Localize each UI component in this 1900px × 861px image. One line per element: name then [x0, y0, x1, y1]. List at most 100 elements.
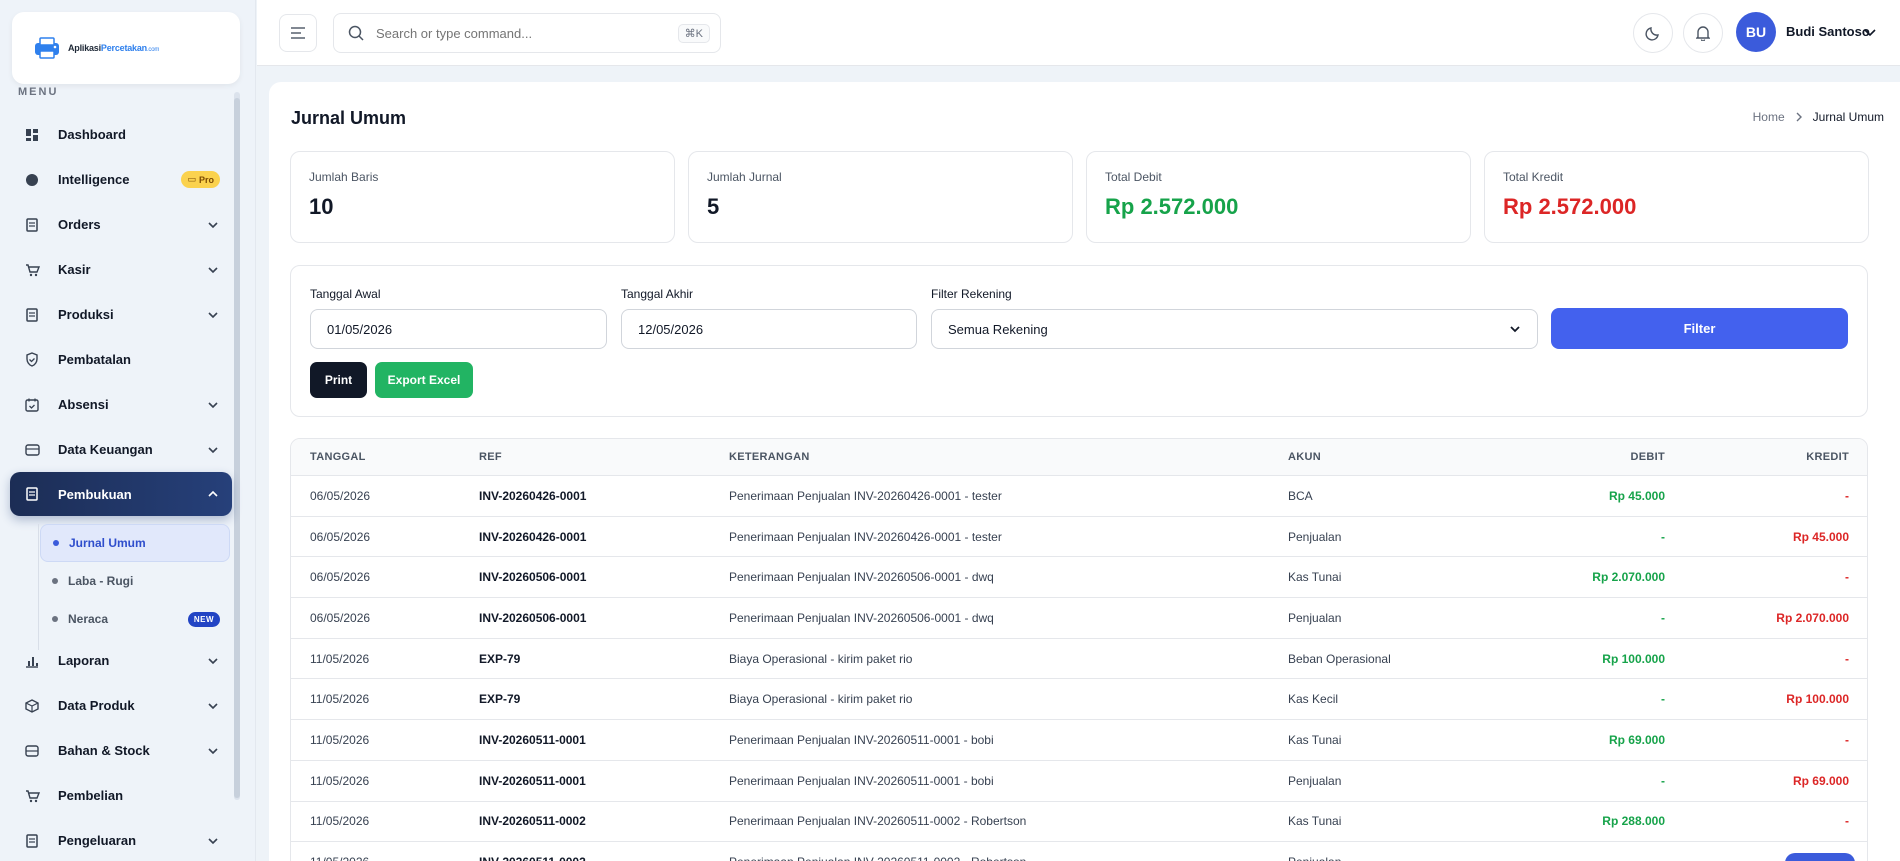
- chevron-down-icon: [208, 657, 218, 664]
- cell-date: 06/05/2026: [310, 529, 371, 544]
- sidebar-item-laporan[interactable]: Laporan: [10, 638, 232, 683]
- sidebar-subitem-jurnal-umum[interactable]: Jurnal Umum: [40, 524, 230, 562]
- user-name[interactable]: Budi Santoso: [1786, 24, 1870, 39]
- bar-chart-icon: [24, 653, 40, 669]
- bullet-icon: [52, 616, 58, 622]
- subitem-label: Laba - Rugi: [68, 574, 134, 588]
- table-row[interactable]: 06/05/2026 INV-20260506-0001 Penerimaan …: [291, 598, 1867, 639]
- command-search[interactable]: ⌘K: [333, 13, 721, 53]
- menu-icon: [291, 27, 305, 39]
- cell-credit: -: [1845, 488, 1849, 503]
- table-row[interactable]: 06/05/2026 INV-20260506-0001 Penerimaan …: [291, 557, 1867, 599]
- search-input[interactable]: [376, 25, 666, 41]
- column-header-tanggal: TANGGAL: [310, 451, 366, 463]
- cell-ref: INV-20260511-0001: [479, 773, 586, 788]
- sidebar-item-intelligence[interactable]: Intelligence ▭ Pro: [10, 157, 232, 202]
- sidebar-item-label: Pembatalan: [58, 352, 131, 367]
- sidebar-item-pengeluaran[interactable]: Pengeluaran: [10, 818, 232, 861]
- sidebar-item-produksi[interactable]: Produksi: [10, 292, 232, 337]
- sidebar-item-label: Pembelian: [58, 788, 124, 803]
- stat-card-jumlah-jurnal: Jumlah Jurnal 5: [688, 151, 1073, 243]
- print-button[interactable]: Print: [310, 362, 367, 398]
- bullet-icon: [53, 540, 59, 546]
- receipt-icon: [24, 833, 40, 849]
- floating-action-button[interactable]: [1785, 853, 1855, 861]
- cell-account: Penjualan: [1288, 529, 1342, 544]
- sidebar-item-data-produk[interactable]: Data Produk: [10, 683, 232, 728]
- brand-logo[interactable]: AplikasiPercetakan.com: [12, 12, 240, 84]
- end-date-label: Tanggal Akhir: [621, 287, 694, 301]
- cell-ref: INV-20260511-0001: [479, 732, 586, 747]
- start-date-input[interactable]: 01/05/2026: [310, 309, 607, 349]
- table-row[interactable]: 11/05/2026 INV-20260511-0002 Penerimaan …: [291, 802, 1867, 843]
- dashboard-icon: [24, 127, 40, 143]
- printer-logo-icon: [32, 36, 62, 60]
- sidebar-subitem-neraca[interactable]: Neraca NEW: [40, 600, 232, 638]
- sidebar-item-label: Pengeluaran: [58, 833, 137, 848]
- sidebar-item-pembukuan[interactable]: Pembukuan: [10, 472, 232, 516]
- breadcrumb-home[interactable]: Home: [1753, 110, 1785, 124]
- cell-description: Penerimaan Penjualan INV-20260511-0002 -…: [729, 842, 1026, 861]
- cell-ref: INV-20260506-0001: [479, 570, 587, 585]
- chevron-down-icon[interactable]: [1863, 25, 1877, 39]
- cell-debit: -: [1661, 773, 1665, 788]
- sidebar-item-bahan-stock[interactable]: Bahan & Stock: [10, 728, 232, 773]
- cell-debit: Rp 2.070.000: [1592, 570, 1665, 585]
- list-icon: [24, 307, 40, 323]
- stat-label: Total Kredit: [1503, 170, 1564, 184]
- account-filter-select[interactable]: Semua Rekening: [931, 309, 1538, 349]
- sidebar-item-label: Intelligence: [58, 172, 130, 187]
- column-header-ref: REF: [479, 451, 502, 463]
- pembukuan-submenu: Jurnal Umum Laba - Rugi Neraca NEW: [10, 524, 232, 650]
- box-icon: [24, 698, 40, 714]
- cell-account: BCA: [1288, 488, 1313, 503]
- bullet-icon: [52, 578, 58, 584]
- sidebar-item-label: Bahan & Stock: [58, 743, 150, 758]
- sidebar-toggle-button[interactable]: [279, 14, 317, 52]
- book-icon: [24, 486, 40, 502]
- cell-date: 11/05/2026: [310, 692, 370, 707]
- table-row[interactable]: 06/05/2026 INV-20260426-0001 Penerimaan …: [291, 476, 1867, 517]
- sidebar-item-label: Data Produk: [58, 698, 135, 713]
- account-filter-label: Filter Rekening: [931, 287, 1012, 301]
- cell-description: Biaya Operasional - kirim paket rio: [729, 692, 913, 707]
- sidebar-item-pembelian[interactable]: Pembelian: [10, 773, 232, 818]
- chevron-down-icon: [208, 221, 218, 228]
- user-avatar[interactable]: BU: [1736, 12, 1776, 52]
- sidebar-item-kasir[interactable]: Kasir: [10, 247, 232, 292]
- table-row[interactable]: 11/05/2026 EXP-79 Biaya Operasional - ki…: [291, 639, 1867, 680]
- topbar: ⌘K BU Budi Santoso: [257, 0, 1900, 66]
- sidebar-item-pembatalan[interactable]: Pembatalan: [10, 337, 232, 382]
- sidebar-subitem-laba-rugi[interactable]: Laba - Rugi: [40, 562, 232, 600]
- cell-credit: -: [1845, 732, 1849, 747]
- table-row[interactable]: 11/05/2026 EXP-79 Biaya Operasional - ki…: [291, 679, 1867, 721]
- table-row[interactable]: 06/05/2026 INV-20260426-0001 Penerimaan …: [291, 517, 1867, 558]
- cell-debit: -: [1661, 610, 1665, 625]
- column-header-debit: DEBIT: [1630, 451, 1665, 463]
- sidebar-item-data-keuangan[interactable]: Data Keuangan: [10, 427, 232, 472]
- theme-toggle-button[interactable]: [1633, 13, 1673, 53]
- end-date-input[interactable]: 12/05/2026: [621, 309, 917, 349]
- cell-debit: Rp 69.000: [1608, 732, 1665, 747]
- cell-date: 11/05/2026: [310, 732, 370, 747]
- sidebar-item-label: Data Keuangan: [58, 442, 153, 457]
- page-title: Jurnal Umum: [291, 108, 407, 128]
- cell-description: Penerimaan Penjualan INV-20260511-0002 -…: [729, 814, 1027, 829]
- sidebar-item-dashboard[interactable]: Dashboard: [10, 112, 232, 157]
- chevron-right-icon: [1796, 112, 1802, 122]
- table-row[interactable]: 11/05/2026 INV-20260511-0001 Penerimaan …: [291, 761, 1867, 802]
- cell-debit: Rp 45.000: [1608, 488, 1665, 503]
- cell-credit: Rp 69.000: [1792, 773, 1849, 788]
- sidebar-scrollbar-thumb[interactable]: [234, 98, 240, 798]
- filter-button[interactable]: Filter: [1551, 308, 1848, 349]
- sidebar-item-orders[interactable]: Orders: [10, 202, 232, 247]
- table-row[interactable]: 11/05/2026 INV-20260511-0001 Penerimaan …: [291, 720, 1867, 761]
- sidebar-item-absensi[interactable]: Absensi: [10, 382, 232, 427]
- pro-badge: ▭ Pro: [181, 171, 220, 188]
- export-excel-button[interactable]: Export Excel: [375, 362, 473, 398]
- journal-table: TANGGAL REF KETERANGAN AKUN DEBIT KREDIT…: [290, 438, 1868, 861]
- cell-credit: -: [1845, 570, 1849, 585]
- notifications-button[interactable]: [1683, 13, 1723, 53]
- sidebar-item-label: Pembukuan: [58, 486, 132, 502]
- table-row[interactable]: 11/05/2026 INV-20260511-0002 Penerimaan …: [291, 842, 1867, 861]
